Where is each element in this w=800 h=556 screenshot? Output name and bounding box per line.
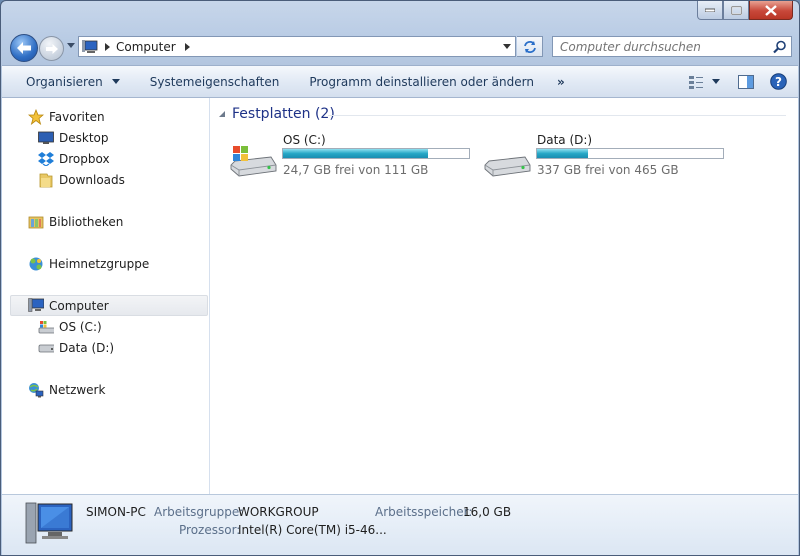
computer-large-icon — [25, 502, 73, 544]
refresh-button[interactable] — [517, 36, 543, 57]
pc-name: SIMON-PC — [86, 505, 146, 519]
drive-usage-bar — [536, 148, 724, 159]
sidebar-item-drive-d[interactable]: Data (D:) — [2, 337, 207, 358]
drive-usage-bar — [282, 148, 470, 159]
main-area: Favoriten Desktop Dropbox Downloads Bibl… — [2, 98, 798, 494]
navigation-pane: Favoriten Desktop Dropbox Downloads Bibl… — [2, 98, 210, 494]
drive-tile[interactable]: Data (D:) 337 GB frei von 465 GB — [483, 133, 733, 183]
window-controls — [697, 1, 793, 20]
help-icon: ? — [769, 73, 787, 90]
workgroup-label: Arbeitsgruppe: — [154, 505, 244, 519]
sidebar-item-label: Heimnetzgruppe — [49, 256, 150, 271]
computer-icon — [28, 298, 44, 314]
folder-icon — [38, 172, 54, 188]
system-drive-icon — [38, 319, 54, 335]
sidebar-item-label: OS (C:) — [59, 319, 102, 334]
chevron-down-icon — [503, 44, 511, 49]
sidebar-item-libraries[interactable]: Bibliotheken — [2, 211, 207, 232]
explorer-window: Computer Organisieren — [0, 0, 800, 556]
sidebar-item-label: Data (D:) — [59, 340, 115, 355]
desktop-icon — [38, 130, 54, 146]
maximize-button[interactable] — [723, 1, 749, 20]
help-button[interactable]: ? — [762, 73, 794, 90]
memory-label: Arbeitsspeicher: — [375, 505, 473, 519]
sidebar-item-label: Computer — [49, 298, 109, 313]
search-icon[interactable] — [773, 40, 787, 54]
sidebar-item-desktop[interactable]: Desktop — [2, 127, 207, 148]
search-box — [552, 36, 792, 57]
history-dropdown-icon[interactable] — [67, 43, 75, 49]
arrow-right-icon — [45, 43, 58, 54]
maximize-icon — [730, 5, 742, 15]
view-details-icon — [689, 75, 703, 89]
chevron-down-icon — [111, 79, 120, 84]
dropbox-icon — [38, 151, 54, 167]
drive-tile[interactable]: OS (C:) 24,7 GB frei von 111 GB — [229, 133, 479, 183]
computer-small-icon — [82, 39, 98, 53]
breadcrumb-chevron-icon[interactable] — [184, 42, 192, 51]
drive-label: Data (D:) — [537, 133, 593, 147]
preview-pane-icon — [738, 74, 754, 89]
address-bar[interactable]: Computer — [78, 36, 516, 57]
collapse-triangle-icon — [219, 111, 225, 117]
drive-label: OS (C:) — [283, 133, 326, 147]
minimize-button[interactable] — [697, 1, 723, 20]
cpu-label: Prozessor: — [179, 523, 241, 537]
back-button[interactable] — [10, 34, 38, 62]
minimize-icon — [705, 8, 715, 12]
hard-drive-icon — [38, 340, 54, 356]
sidebar-item-homegroup[interactable]: Heimnetzgruppe — [2, 253, 207, 274]
preview-pane-button[interactable] — [730, 74, 762, 89]
close-button[interactable] — [749, 1, 793, 20]
details-pane: SIMON-PC Arbeitsgruppe: WORKGROUP Arbeit… — [2, 494, 798, 555]
svg-text:?: ? — [775, 75, 782, 89]
command-bar: Organisieren Systemeigenschaften Program… — [2, 65, 798, 98]
sidebar-item-favorites[interactable]: Favoriten — [2, 106, 207, 127]
more-commands-button[interactable]: » — [547, 75, 578, 89]
sidebar-item-network[interactable]: Netzwerk — [2, 379, 207, 400]
chevron-down-icon — [712, 79, 720, 84]
system-properties-button[interactable]: Systemeigenschaften — [133, 75, 293, 89]
address-dropdown[interactable] — [499, 37, 515, 56]
sidebar-item-drive-c[interactable]: OS (C:) — [2, 316, 207, 337]
memory-value: 16,0 GB — [463, 505, 512, 519]
view-controls: ? — [684, 66, 798, 97]
arrow-left-icon — [17, 42, 31, 54]
cpu-value: Intel(R) Core(TM) i5-46... — [238, 523, 387, 537]
navigation-bar: Computer — [1, 33, 799, 62]
sidebar-item-label: Favoriten — [49, 109, 105, 124]
sidebar-item-label: Netzwerk — [49, 382, 106, 397]
forward-button[interactable] — [39, 36, 64, 61]
library-icon — [28, 214, 44, 230]
group-divider — [328, 115, 786, 116]
sidebar-item-dropbox[interactable]: Dropbox — [2, 148, 207, 169]
sidebar-item-label: Desktop — [59, 130, 109, 145]
drive-group-header[interactable]: Festplatten (2) — [218, 106, 786, 122]
sidebar-item-label: Downloads — [59, 172, 125, 187]
workgroup-value: WORKGROUP — [238, 505, 319, 519]
drive-usage-fill — [537, 149, 589, 158]
change-view-button[interactable] — [684, 75, 724, 89]
network-icon — [28, 382, 44, 398]
drive-free-space: 24,7 GB frei von 111 GB — [283, 163, 429, 177]
sidebar-item-computer[interactable]: Computer — [10, 295, 208, 316]
homegroup-icon — [28, 256, 44, 272]
search-input[interactable] — [558, 38, 770, 55]
sidebar-item-label: Dropbox — [59, 151, 110, 166]
system-drive-icon — [230, 146, 277, 177]
uninstall-program-button[interactable]: Programm deinstallieren oder ändern — [292, 75, 547, 89]
sidebar-item-downloads[interactable]: Downloads — [2, 169, 207, 190]
hard-drive-icon — [484, 156, 531, 177]
organize-menu[interactable]: Organisieren — [2, 75, 133, 89]
drive-usage-fill — [283, 149, 429, 158]
breadcrumb-computer[interactable]: Computer — [116, 40, 176, 54]
star-icon — [28, 108, 44, 125]
close-icon — [765, 4, 777, 16]
refresh-icon — [523, 40, 536, 53]
sidebar-item-label: Bibliotheken — [49, 214, 124, 229]
drive-free-space: 337 GB frei von 465 GB — [537, 163, 679, 177]
organize-label: Organisieren — [26, 74, 103, 89]
group-title: Festplatten (2) — [232, 106, 335, 122]
breadcrumb-chevron-icon[interactable] — [104, 42, 112, 51]
